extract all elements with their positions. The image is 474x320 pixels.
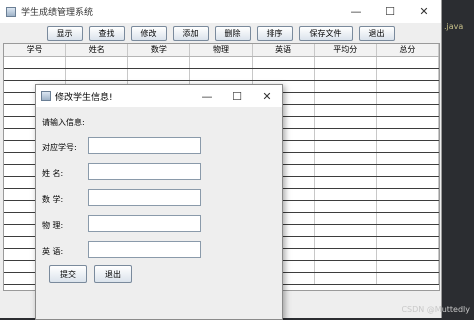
table-cell[interactable] xyxy=(253,69,315,80)
save-file-button[interactable]: 保存文件 xyxy=(298,25,353,41)
table-cell[interactable] xyxy=(315,165,377,176)
dialog-title: 修改学生信息! xyxy=(55,92,113,103)
table-cell[interactable] xyxy=(377,141,439,152)
table-cell[interactable] xyxy=(190,69,253,80)
table-cell[interactable] xyxy=(377,105,439,116)
table-cell[interactable] xyxy=(315,273,377,284)
table-cell[interactable] xyxy=(377,249,439,260)
column-header[interactable]: 学号 xyxy=(4,44,67,56)
table-cell[interactable] xyxy=(315,213,377,224)
column-header[interactable]: 物理 xyxy=(190,44,253,56)
maximize-button[interactable]: ☐ xyxy=(373,0,407,23)
table-cell[interactable] xyxy=(315,201,377,212)
table-header: 学号 姓名 数学 物理 英语 平均分 总分 xyxy=(4,44,439,57)
dialog-minimize-button[interactable]: — xyxy=(192,85,222,107)
table-cell[interactable] xyxy=(377,225,439,236)
search-button[interactable]: 查找 xyxy=(88,25,125,41)
table-cell[interactable] xyxy=(315,117,377,128)
column-header[interactable]: 姓名 xyxy=(66,44,129,56)
table-cell[interactable] xyxy=(315,57,377,68)
table-cell[interactable] xyxy=(128,57,191,68)
table-cell[interactable] xyxy=(315,105,377,116)
name-input[interactable] xyxy=(88,163,201,180)
table-row[interactable] xyxy=(4,57,439,69)
dialog-close-button[interactable]: ✕ xyxy=(252,85,282,107)
dialog-app-icon xyxy=(41,91,51,101)
table-cell[interactable] xyxy=(377,201,439,212)
table-cell[interactable] xyxy=(377,189,439,200)
ide-file-tab[interactable]: .java xyxy=(444,22,463,31)
table-cell[interactable] xyxy=(190,57,253,68)
table-cell[interactable] xyxy=(66,57,129,68)
physics-input[interactable] xyxy=(88,215,201,232)
name-label: 姓 名: xyxy=(42,169,64,178)
table-cell[interactable] xyxy=(315,93,377,104)
dialog-prompt: 请输入信息: xyxy=(42,118,85,127)
table-cell[interactable] xyxy=(315,153,377,164)
main-titlebar[interactable]: 学生成绩管理系统 — ☐ ✕ xyxy=(0,0,441,23)
column-header[interactable]: 数学 xyxy=(128,44,191,56)
table-cell[interactable] xyxy=(315,237,377,248)
toolbar: 显示 查找 修改 添加 删除 排序 保存文件 退出 xyxy=(0,23,441,43)
dialog-exit-button[interactable]: 退出 xyxy=(94,265,132,283)
column-header[interactable]: 平均分 xyxy=(315,44,377,56)
table-cell[interactable] xyxy=(377,213,439,224)
student-id-input[interactable] xyxy=(88,137,201,154)
modify-student-dialog: 修改学生信息! — ☐ ✕ 请输入信息: 对应学号: 姓 名: 数 学: 物 理… xyxy=(35,84,283,320)
table-cell[interactable] xyxy=(377,273,439,284)
table-cell[interactable] xyxy=(377,237,439,248)
table-cell[interactable] xyxy=(315,189,377,200)
student-id-label: 对应学号: xyxy=(42,143,77,152)
app-icon xyxy=(6,6,16,17)
table-cell[interactable] xyxy=(377,177,439,188)
table-cell[interactable] xyxy=(377,261,439,272)
table-cell[interactable] xyxy=(377,69,439,80)
table-cell[interactable] xyxy=(315,69,377,80)
minimize-button[interactable]: — xyxy=(339,0,373,23)
table-cell[interactable] xyxy=(377,93,439,104)
math-input[interactable] xyxy=(88,189,201,206)
window-title: 学生成绩管理系统 xyxy=(21,8,94,18)
watermark: CSDN @Muttedly xyxy=(401,305,470,314)
table-cell[interactable] xyxy=(315,249,377,260)
modify-button[interactable]: 修改 xyxy=(130,25,167,41)
table-cell[interactable] xyxy=(315,129,377,140)
column-header[interactable]: 英语 xyxy=(253,44,315,56)
table-row[interactable] xyxy=(4,69,439,81)
table-cell[interactable] xyxy=(253,57,315,68)
submit-button[interactable]: 提交 xyxy=(49,265,87,283)
table-cell[interactable] xyxy=(377,129,439,140)
table-cell[interactable] xyxy=(128,69,191,80)
table-cell[interactable] xyxy=(377,117,439,128)
table-cell[interactable] xyxy=(315,261,377,272)
table-cell[interactable] xyxy=(315,225,377,236)
column-header[interactable]: 总分 xyxy=(377,44,439,56)
dialog-maximize-button[interactable]: ☐ xyxy=(222,85,252,107)
exit-button[interactable]: 退出 xyxy=(358,25,395,41)
close-button[interactable]: ✕ xyxy=(407,0,441,23)
table-cell[interactable] xyxy=(315,81,377,92)
table-cell[interactable] xyxy=(4,69,67,80)
table-cell[interactable] xyxy=(377,165,439,176)
table-cell[interactable] xyxy=(315,177,377,188)
show-button[interactable]: 显示 xyxy=(46,25,83,41)
add-button[interactable]: 添加 xyxy=(172,25,209,41)
table-cell[interactable] xyxy=(66,69,129,80)
table-cell[interactable] xyxy=(377,57,439,68)
table-cell[interactable] xyxy=(315,141,377,152)
table-cell[interactable] xyxy=(377,153,439,164)
english-input[interactable] xyxy=(88,241,201,258)
table-cell[interactable] xyxy=(4,57,67,68)
math-label: 数 学: xyxy=(42,195,64,204)
table-cell[interactable] xyxy=(377,81,439,92)
dialog-titlebar[interactable]: 修改学生信息! — ☐ ✕ xyxy=(36,85,282,107)
english-label: 英 语: xyxy=(42,247,64,256)
delete-button[interactable]: 删除 xyxy=(214,25,251,41)
sort-button[interactable]: 排序 xyxy=(256,25,293,41)
physics-label: 物 理: xyxy=(42,221,64,230)
